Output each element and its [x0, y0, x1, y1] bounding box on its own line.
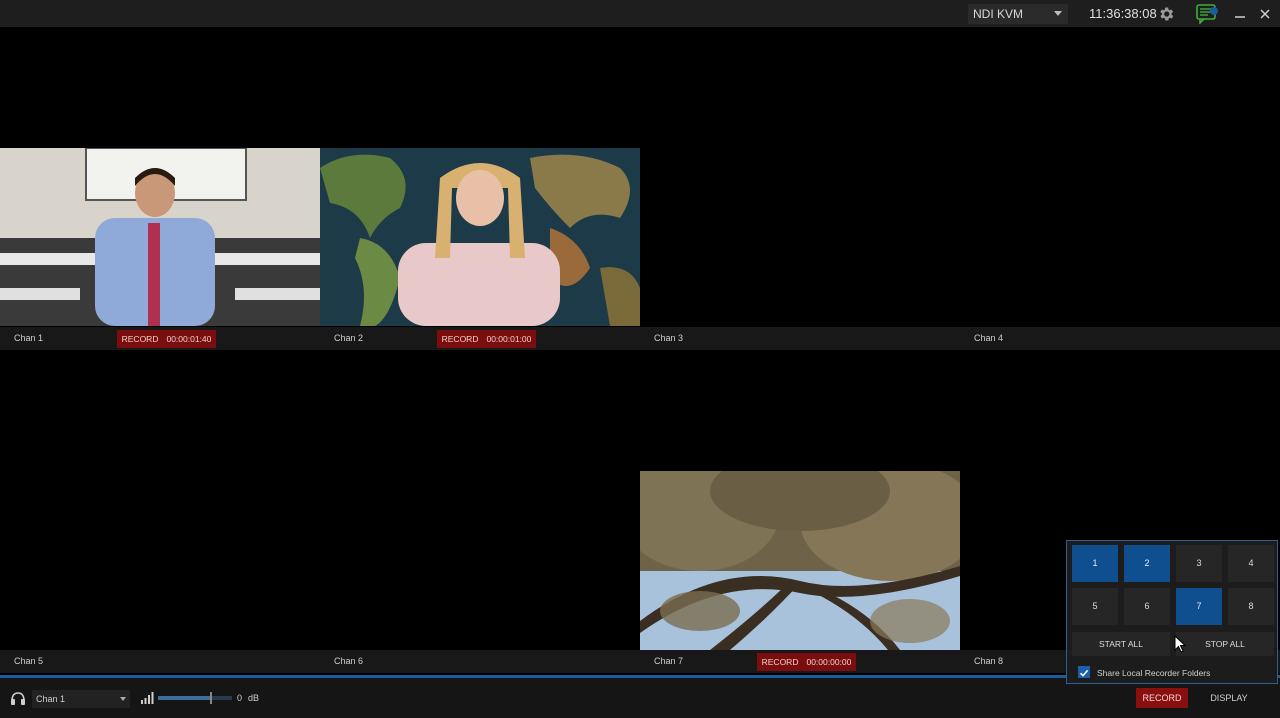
channel-select-button-5[interactable]: 5 — [1072, 588, 1118, 625]
channel-select-button-6[interactable]: 6 — [1124, 588, 1170, 625]
mouse-pointer-icon — [1174, 635, 1186, 653]
chat-icon[interactable] — [1196, 4, 1220, 24]
volume-slider-handle[interactable] — [209, 692, 212, 704]
monitor-channel-dropdown[interactable]: Chan 1 — [32, 690, 130, 708]
channel-select-button-4[interactable]: 4 — [1228, 545, 1274, 582]
source-dropdown-value: NDI KVM — [973, 7, 1024, 21]
record-badge-label: RECORD — [761, 657, 799, 667]
channel-tile-1[interactable]: Chan 1 RECORD 00:00:01:40 — [0, 27, 321, 350]
record-timecode: 00:00:01:40 — [166, 334, 212, 344]
channel-select-button-1[interactable]: 1 — [1072, 545, 1118, 582]
channel-label: Chan 4 — [974, 333, 1004, 343]
channel-label: Chan 7 — [654, 656, 684, 666]
channel-label: Chan 1 — [14, 333, 44, 343]
close-icon[interactable] — [1258, 7, 1272, 21]
channel-tile-5[interactable]: Chan 5 — [0, 350, 321, 673]
start-all-button[interactable]: START ALL — [1072, 632, 1170, 656]
gear-icon[interactable] — [1157, 5, 1175, 23]
volume-slider[interactable] — [158, 692, 232, 704]
record-badge[interactable]: RECORD 00:00:01:40 — [117, 330, 216, 348]
channel-label-bar: Chan 4 — [960, 327, 1280, 350]
record-badge[interactable]: RECORD 00:00:01:00 — [437, 330, 536, 348]
channel-label: Chan 2 — [334, 333, 364, 343]
channel-tile-3[interactable]: Chan 3 — [640, 27, 961, 350]
record-badge[interactable]: RECORD 00:00:00:00 — [757, 653, 856, 671]
channel-tile-7[interactable]: Chan 7 RECORD 00:00:00:00 — [640, 350, 961, 673]
channel-label: Chan 8 — [974, 656, 1004, 666]
checkmark-icon — [1079, 669, 1089, 677]
channel-label-bar: Chan 7 RECORD 00:00:00:00 — [640, 650, 961, 673]
volume-value: 0 — [237, 693, 243, 703]
channel-label-bar: Chan 3 — [640, 327, 961, 350]
stop-all-button[interactable]: STOP ALL — [1176, 632, 1274, 656]
channel-tile-2[interactable]: Chan 2 RECORD 00:00:01:00 — [320, 27, 641, 350]
video-feed-world-map — [320, 148, 640, 326]
channel-tile-4[interactable]: Chan 4 — [960, 27, 1280, 350]
channel-label-bar: Chan 5 — [0, 650, 321, 673]
record-badge-label: RECORD — [441, 334, 479, 344]
video-feed-classroom — [0, 148, 320, 326]
signal-bars-icon — [141, 692, 154, 704]
display-button[interactable]: DISPLAY — [1200, 688, 1258, 708]
channel-tile-6[interactable]: Chan 6 — [320, 350, 641, 673]
channel-label: Chan 3 — [654, 333, 684, 343]
record-badge-label: RECORD — [121, 334, 159, 344]
channel-select-button-7[interactable]: 7 — [1176, 588, 1222, 625]
channel-label-bar: Chan 1 RECORD 00:00:01:40 — [0, 327, 321, 350]
record-timecode: 00:00:00:00 — [806, 657, 852, 667]
timecode-clock: 11:36:38:08 — [1089, 6, 1157, 21]
headphones-icon[interactable] — [10, 691, 26, 705]
top-bar — [0, 0, 1280, 27]
record-channels-panel: 1 2 3 4 5 6 7 8 START ALL STOP ALL Share… — [1066, 540, 1278, 684]
channel-label: Chan 6 — [334, 656, 364, 666]
minimize-icon[interactable] — [1233, 8, 1247, 20]
chevron-down-icon — [1054, 11, 1062, 16]
channel-label-bar: Chan 2 RECORD 00:00:01:00 — [320, 327, 641, 350]
channel-select-button-3[interactable]: 3 — [1176, 545, 1222, 582]
share-folders-label: Share Local Recorder Folders — [1097, 668, 1211, 678]
channel-select-button-8[interactable]: 8 — [1228, 588, 1274, 625]
channel-label: Chan 5 — [14, 656, 44, 666]
channel-label-bar: Chan 6 — [320, 650, 641, 673]
video-feed-tree — [640, 471, 960, 650]
monitor-channel-value: Chan 1 — [36, 694, 66, 704]
share-folders-checkbox[interactable] — [1078, 666, 1090, 678]
record-button[interactable]: RECORD — [1136, 688, 1188, 708]
volume-unit: dB — [248, 693, 260, 703]
record-timecode: 00:00:01:00 — [486, 334, 532, 344]
chevron-down-icon — [120, 697, 126, 701]
volume-slider-fill — [158, 696, 210, 700]
source-dropdown[interactable]: NDI KVM — [968, 4, 1068, 24]
channel-select-button-2[interactable]: 2 — [1124, 545, 1170, 582]
